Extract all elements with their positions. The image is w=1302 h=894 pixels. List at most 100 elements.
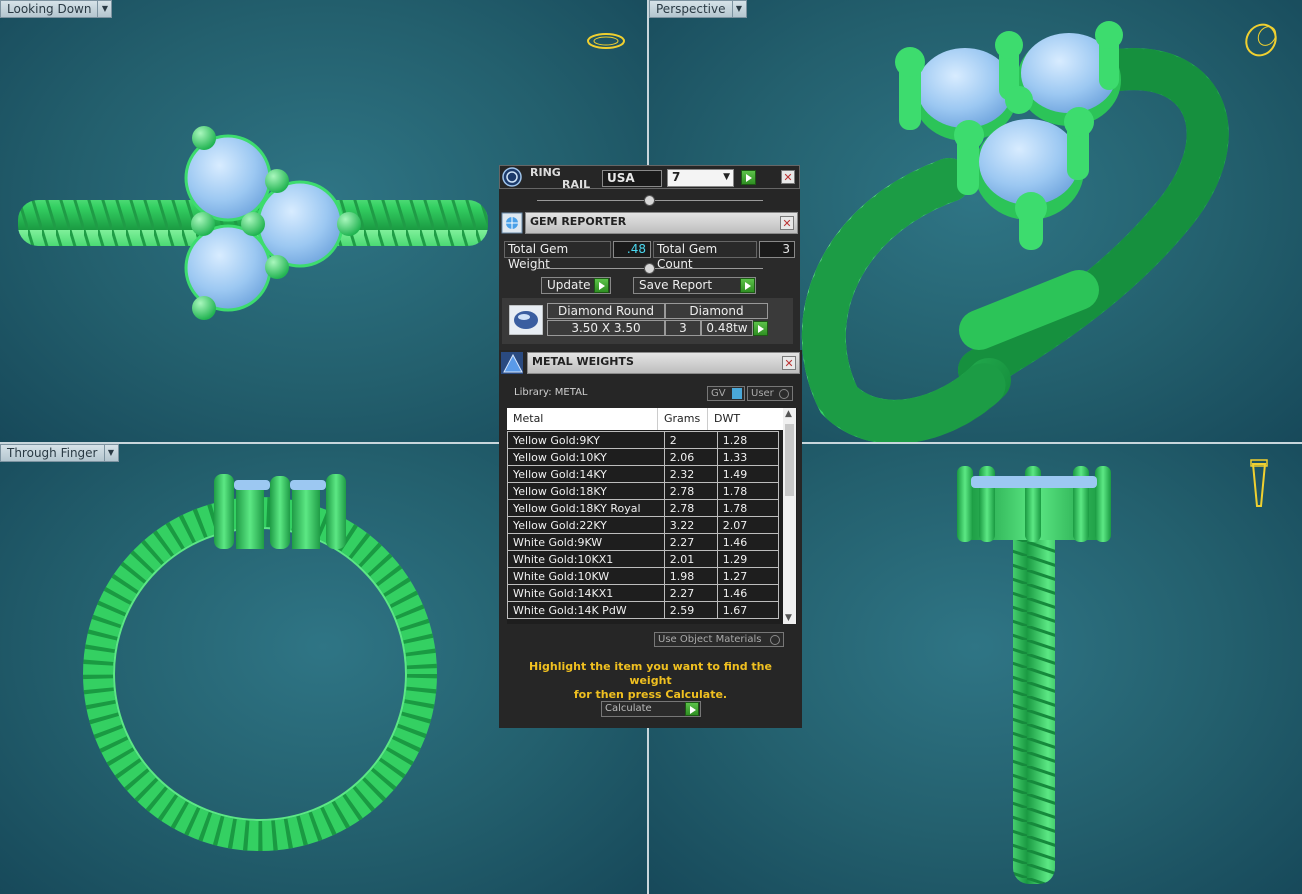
toggle-off-icon: [779, 389, 789, 399]
grams-cell: 2.59: [663, 601, 718, 619]
table-row[interactable]: White Gold:10KW 1.98 1.27: [507, 567, 780, 585]
scrollbar-thumb[interactable]: [785, 424, 794, 496]
grams-cell: 1.98: [663, 567, 718, 585]
metal-name-cell: Yellow Gold:18KY: [507, 482, 665, 500]
metal-rows: Yellow Gold:9KY 2 1.28 Yellow Gold:10KY 2.06…: [507, 431, 780, 619]
table-row[interactable]: Yellow Gold:22KY 3.22 2.07: [507, 516, 780, 534]
update-go-icon[interactable]: [594, 278, 609, 293]
metal-weights-titlebar[interactable]: METAL WEIGHTS ✕: [527, 352, 800, 374]
column-divider: [707, 408, 708, 430]
chevron-down-icon[interactable]: ▼: [97, 1, 111, 17]
dwt-cell: 1.67: [716, 601, 780, 619]
table-row[interactable]: Yellow Gold:14KY 2.32 1.49: [507, 465, 780, 483]
gem-reporter-titlebar[interactable]: GEM REPORTER ✕: [525, 212, 798, 234]
calculate-hint: Highlight the item you want to find the …: [509, 660, 792, 702]
metal-name-cell: Yellow Gold:18KY Royal: [507, 499, 665, 517]
gv-toggle[interactable]: GV: [707, 386, 745, 401]
chevron-down-icon[interactable]: ▼: [103, 445, 118, 461]
ring-rail-icon: [502, 167, 522, 187]
metal-table-header: Metal Grams DWT: [507, 408, 783, 430]
save-report-go-icon[interactable]: [740, 278, 755, 293]
viewport-label-perspective[interactable]: Perspective ▼: [649, 0, 747, 18]
column-header-metal[interactable]: Metal: [513, 412, 543, 425]
gem-material-cell: Diamond: [665, 303, 768, 319]
chevron-down-icon[interactable]: ▼: [731, 1, 746, 17]
user-toggle-label: User: [751, 388, 774, 399]
dwt-cell: 1.27: [716, 567, 780, 585]
ring-rail-collapse-knob[interactable]: [644, 195, 655, 206]
calculate-go-icon[interactable]: [685, 702, 699, 716]
calculate-button-label: Calculate: [605, 703, 652, 714]
grams-cell: 3.22: [663, 516, 718, 534]
ring-rail-apply-button[interactable]: [741, 170, 756, 185]
table-row[interactable]: White Gold:14K PdW 2.59 1.67: [507, 601, 780, 619]
ring-rail-title-line2: RAIL: [562, 178, 591, 191]
metal-name-cell: Yellow Gold:14KY: [507, 465, 665, 483]
dwt-cell: 1.46: [716, 533, 780, 551]
viewport-title: Through Finger: [7, 446, 98, 460]
toggle-off-icon: [770, 635, 780, 645]
grams-cell: 2.27: [663, 533, 718, 551]
viewport-label-looking-down[interactable]: Looking Down ▼: [0, 0, 113, 18]
column-divider: [657, 408, 658, 430]
total-gem-weight-label: Total Gem Weight: [504, 241, 611, 271]
grams-cell: 2: [663, 431, 718, 449]
chevron-up-icon[interactable]: ▲: [785, 409, 792, 419]
gem-size-cell: 3.50 X 3.50: [547, 320, 665, 336]
gem-reporter-icon: [501, 212, 523, 234]
total-gem-count-label: Total Gem Count: [653, 241, 757, 271]
dwt-cell: 1.46: [716, 584, 780, 602]
total-gem-weight-value: .48: [613, 241, 651, 258]
user-toggle[interactable]: User: [747, 386, 793, 401]
ring-rail-size-value: 7: [672, 170, 681, 184]
gem-reporter-title: GEM REPORTER: [530, 215, 627, 228]
column-header-grams[interactable]: Grams: [664, 412, 700, 425]
table-row[interactable]: White Gold:9KW 2.27 1.46: [507, 533, 780, 551]
table-row[interactable]: White Gold:14KX1 2.27 1.46: [507, 584, 780, 602]
gem-count-cell: 3: [665, 320, 701, 336]
gem-row[interactable]: Diamond Round Diamond 3.50 X 3.50 3 0.48…: [502, 298, 793, 344]
grams-cell: 2.78: [663, 499, 718, 517]
metal-name-cell: White Gold:9KW: [507, 533, 665, 551]
table-row[interactable]: Yellow Gold:10KY 2.06 1.33: [507, 448, 780, 466]
metal-name-cell: Yellow Gold:10KY: [507, 448, 665, 466]
ring-rail-region-field[interactable]: USA: [602, 170, 662, 187]
ring-rail-titlebar[interactable]: RING RAIL USA 7 ▼ ✕: [499, 165, 800, 191]
viewport-title: Looking Down: [7, 2, 92, 16]
table-row[interactable]: Yellow Gold:18KY 2.78 1.78: [507, 482, 780, 500]
dwt-cell: 1.49: [716, 465, 780, 483]
table-row[interactable]: Yellow Gold:18KY Royal 2.78 1.78: [507, 499, 780, 517]
metal-name-cell: Yellow Gold:9KY: [507, 431, 665, 449]
metal-weights-close-button[interactable]: ✕: [782, 356, 796, 370]
grams-cell: 2.06: [663, 448, 718, 466]
dwt-cell: 1.78: [716, 499, 780, 517]
grams-cell: 2.01: [663, 550, 718, 568]
gv-toggle-label: GV: [711, 388, 726, 399]
hint-line-1: Highlight the item you want to find the …: [529, 660, 772, 687]
chevron-down-icon: ▼: [723, 172, 730, 182]
gem-reporter-close-button[interactable]: ✕: [780, 216, 794, 230]
library-label: Library: METAL: [514, 387, 588, 398]
gem-row-go-icon[interactable]: [753, 321, 768, 336]
ring-rail-close-button[interactable]: ✕: [781, 170, 795, 184]
viewport-title: Perspective: [656, 2, 726, 16]
column-header-dwt[interactable]: DWT: [714, 412, 740, 425]
metal-name-cell: White Gold:14K PdW: [507, 601, 665, 619]
table-row[interactable]: Yellow Gold:9KY 2 1.28: [507, 431, 780, 449]
chevron-down-icon[interactable]: ▼: [785, 613, 792, 623]
viewport-label-through-finger[interactable]: Through Finger ▼: [0, 444, 119, 462]
use-object-materials-toggle[interactable]: Use Object Materials: [654, 632, 784, 647]
save-report-button-label: Save Report: [639, 278, 713, 292]
gem-reporter-collapse-knob[interactable]: [644, 263, 655, 274]
metal-table: Metal Grams DWT Yellow Gold:9KY 2 1.28 Yell…: [507, 408, 797, 624]
save-report-button[interactable]: Save Report: [633, 277, 756, 294]
hint-line-2: for then press Calculate.: [573, 688, 728, 701]
metal-name-cell: White Gold:10KW: [507, 567, 665, 585]
toggle-on-icon: [732, 388, 742, 399]
metal-weights-panel: METAL WEIGHTS ✕ Library: METAL GV User M…: [499, 350, 802, 728]
table-row[interactable]: White Gold:10KX1 2.01 1.29: [507, 550, 780, 568]
metal-table-scrollbar[interactable]: ▲ ▼: [783, 408, 796, 624]
ring-rail-size-select[interactable]: 7 ▼: [667, 169, 734, 187]
dwt-cell: 1.28: [716, 431, 780, 449]
dwt-cell: 1.29: [716, 550, 780, 568]
